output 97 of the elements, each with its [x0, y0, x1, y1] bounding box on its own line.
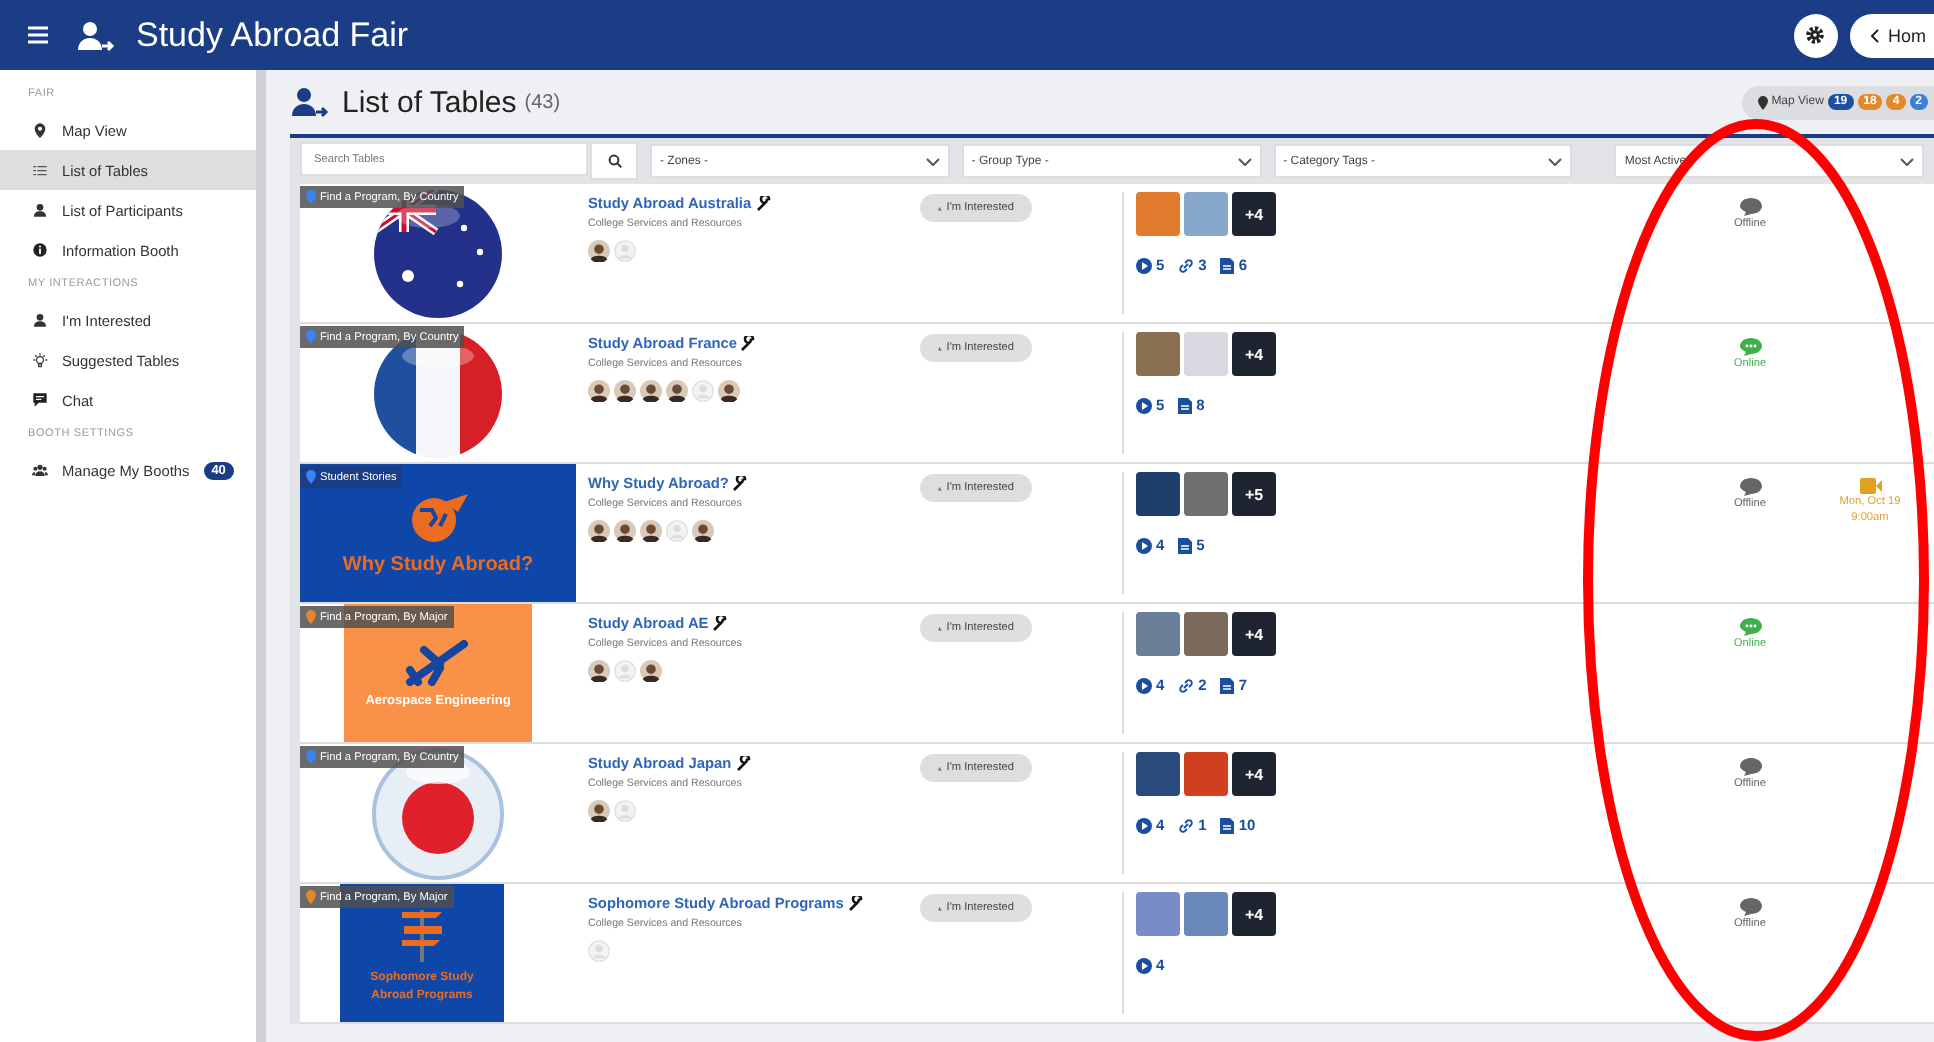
photo-thumbnail[interactable] — [1184, 892, 1228, 936]
avatar-placeholder-icon — [692, 380, 714, 402]
search-icon — [607, 154, 621, 168]
chevron-down-icon — [1900, 157, 1914, 165]
pin-icon — [306, 330, 316, 344]
person-add-icon — [290, 86, 330, 118]
document-icon — [1178, 397, 1193, 413]
avatar-icon — [588, 380, 610, 402]
wrench-icon[interactable] — [755, 195, 772, 211]
chat-bubble-icon[interactable] — [1739, 338, 1761, 356]
photo-thumbnail[interactable] — [1184, 752, 1228, 796]
wrench-icon[interactable] — [732, 475, 749, 491]
document-icon — [1178, 537, 1193, 553]
play-icon — [1136, 817, 1152, 833]
play-icon — [1136, 257, 1152, 273]
link-icon — [1178, 677, 1195, 693]
pin-icon — [306, 890, 316, 904]
video-camera-icon[interactable] — [1859, 478, 1881, 494]
avatar-icon — [640, 520, 662, 542]
avatar-icon — [588, 660, 610, 682]
photo-thumbnail[interactable] — [1184, 332, 1228, 376]
settings-icon — [1804, 24, 1827, 46]
more-photos-button[interactable]: +4 — [1232, 192, 1276, 236]
avatar-placeholder-icon — [666, 520, 688, 542]
avatar-icon — [588, 240, 610, 262]
pin-icon — [306, 190, 316, 204]
list-icon — [32, 162, 48, 178]
photo-thumbnail[interactable] — [1136, 332, 1180, 376]
chat-bubble-icon[interactable] — [1739, 618, 1761, 636]
info-icon — [32, 242, 48, 258]
more-photos-button[interactable]: +5 — [1232, 472, 1276, 516]
group-icon — [32, 462, 48, 478]
chat-bubble-icon[interactable] — [1739, 198, 1761, 216]
more-photos-button[interactable]: +4 — [1232, 332, 1276, 376]
link-icon — [1178, 817, 1195, 833]
pin-icon — [306, 610, 316, 624]
chat-bubble-icon[interactable] — [1739, 758, 1761, 776]
photo-thumbnail[interactable] — [1184, 192, 1228, 236]
avatar-icon — [640, 380, 662, 402]
banner-text: Why Study Abroad? — [340, 554, 536, 576]
avatar-icon — [718, 380, 740, 402]
person-icon — [32, 202, 48, 218]
wrench-icon[interactable] — [847, 895, 864, 911]
pin-icon — [306, 470, 316, 484]
photo-thumbnail[interactable] — [1136, 612, 1180, 656]
lightbulb-icon — [32, 352, 48, 368]
photo-thumbnail[interactable] — [1136, 752, 1180, 796]
more-photos-button[interactable]: +4 — [1232, 892, 1276, 936]
avatar-icon — [588, 800, 610, 822]
chevron-left-icon — [1869, 27, 1880, 43]
photo-thumbnail[interactable] — [1136, 892, 1180, 936]
avatar-icon — [614, 380, 636, 402]
play-icon — [1136, 957, 1152, 973]
chevron-down-icon — [1237, 157, 1252, 165]
document-icon — [1220, 817, 1235, 833]
avatar-placeholder-icon — [588, 940, 610, 962]
page-title: List of Tables — [342, 85, 517, 119]
wrench-icon[interactable] — [712, 615, 729, 631]
document-icon — [1220, 677, 1235, 693]
search-button[interactable] — [590, 142, 638, 180]
wrench-icon[interactable] — [735, 755, 752, 771]
play-icon — [1136, 677, 1152, 693]
avatar-placeholder-icon — [614, 800, 636, 822]
chevron-down-icon — [1548, 157, 1563, 165]
wrench-icon[interactable] — [740, 335, 757, 351]
more-photos-button[interactable]: +4 — [1232, 752, 1276, 796]
chat-icon — [32, 392, 48, 408]
photo-thumbnail[interactable] — [1136, 472, 1180, 516]
play-icon — [1136, 397, 1152, 413]
avatar-icon — [640, 660, 662, 682]
pin-icon — [306, 750, 316, 764]
menu-icon[interactable] — [28, 26, 48, 44]
avatar-icon — [666, 380, 688, 402]
person-icon — [32, 312, 48, 328]
chevron-down-icon — [925, 157, 940, 165]
photo-thumbnail[interactable] — [1184, 472, 1228, 516]
avatar-icon — [588, 520, 610, 542]
avatar-placeholder-icon — [614, 240, 636, 262]
document-icon — [1220, 257, 1235, 273]
home-button[interactable]: Hom — [1849, 13, 1934, 57]
chat-bubble-icon[interactable] — [1739, 898, 1761, 916]
airplane-icon — [404, 638, 472, 686]
avatar-icon — [614, 520, 636, 542]
person-add-icon — [76, 19, 116, 51]
photo-thumbnail[interactable] — [1184, 612, 1228, 656]
pin-icon — [1757, 95, 1768, 109]
settings-button[interactable] — [1793, 13, 1838, 57]
more-photos-button[interactable]: +4 — [1232, 612, 1276, 656]
app-title: Study Abroad Fair — [136, 15, 409, 55]
avatar-placeholder-icon — [614, 660, 636, 682]
play-icon — [1136, 537, 1152, 553]
table-count: (43) — [524, 91, 561, 113]
photo-thumbnail[interactable] — [1136, 192, 1180, 236]
link-icon — [1178, 257, 1195, 273]
chat-bubble-icon[interactable] — [1739, 478, 1761, 496]
pin-icon — [32, 122, 48, 138]
avatar-icon — [692, 520, 714, 542]
